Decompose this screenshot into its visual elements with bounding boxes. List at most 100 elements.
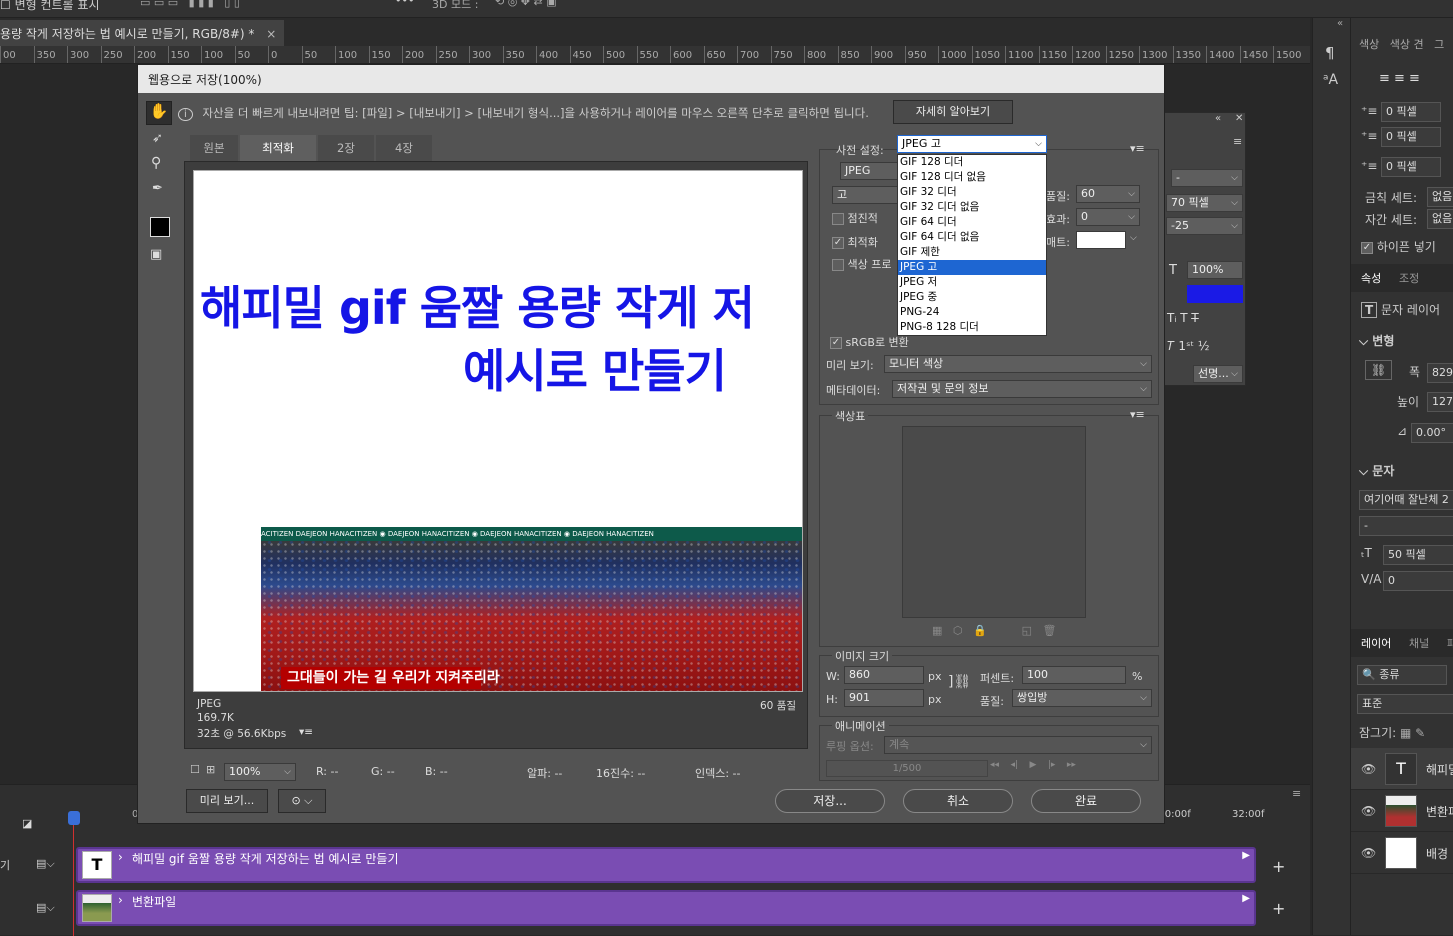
matte-swatch[interactable] [1076,231,1126,249]
preset-option[interactable]: GIF 128 디더 [898,155,1046,170]
preset-option[interactable]: GIF 64 디더 [898,215,1046,230]
optimized-checkbox[interactable]: ✓ [832,237,844,249]
space-before-input[interactable]: 0 픽셀 [1381,157,1441,177]
preset-option[interactable]: GIF 64 디더 없음 [898,230,1046,245]
preset-select[interactable]: JPEG 고 ⌵ [897,135,1047,153]
height-input[interactable]: 127.7 [1427,392,1453,412]
save-button[interactable]: 저장... [775,789,885,813]
character-icon[interactable]: ᵃA [1323,72,1338,88]
more-icon[interactable]: ••• [395,0,414,7]
preset-option[interactable]: JPEG 고 [898,260,1046,275]
preset-option[interactable]: PNG-24 [898,305,1046,320]
color-table-tool-icons[interactable]: ▦ ⬡ 🔒 ◱ 🗑 [932,624,1057,637]
profile-checkbox[interactable] [832,259,844,271]
leading-select[interactable]: - ⌵ [1171,169,1243,187]
tab-original[interactable]: 원본 [190,135,238,161]
tab-4up[interactable]: 4장 [376,135,432,161]
text-color-swatch[interactable] [1187,285,1243,303]
timeline-menu-icon[interactable]: ≡ [1292,787,1301,800]
quality-preset-select[interactable]: 고 [832,186,898,204]
indent-first-input[interactable]: 0 픽셀 [1381,127,1441,147]
done-button[interactable]: 완료 [1031,789,1141,813]
lock-icons[interactable]: ▦ ✎ [1400,726,1425,740]
browser-select-icon[interactable]: ⊙ ⌵ [278,789,326,813]
speed-menu-icon[interactable]: ▾≡ [299,726,313,738]
learn-more-button[interactable]: 자세히 알아보기 [893,100,1013,124]
clip-expand-icon[interactable]: › [118,850,123,864]
preset-option[interactable]: GIF 제한 [898,245,1046,260]
zoom-icon[interactable]: ⚲ [151,155,161,171]
preset-option[interactable]: GIF 128 디더 없음 [898,170,1046,185]
mojikumi-select[interactable]: 없음 [1427,209,1453,229]
character-header[interactable]: ⌵ 문자 [1359,462,1394,482]
loop-select[interactable]: 계속 ⌵ [884,736,1152,754]
eyedropper-icon[interactable]: ✒ [152,181,163,196]
tab-adjustments[interactable]: 조정 [1399,270,1419,286]
quality-input[interactable]: 60 ⌵ [1076,185,1140,203]
font-size-input[interactable]: 50 픽셀 [1383,545,1453,565]
kerning-select[interactable]: 70 픽셀 ⌵ [1166,194,1243,212]
optimized-row[interactable]: ✓ 최적화 [832,234,878,250]
track-options-icon[interactable]: ▤⌵ [36,901,55,915]
split-icon[interactable]: ◪ [22,817,32,830]
tab-swatches[interactable]: 색상 견 [1390,38,1424,51]
eye-icon[interactable]: 👁 [1361,804,1376,818]
preview-image[interactable]: 해피밀 gif 움짤 용량 작게 저 예시로 만들기 ACITIZEN DAEJ… [193,170,803,692]
percent-input[interactable]: 100 [1022,666,1126,684]
tab-paths[interactable]: 패 [1447,635,1453,651]
transform-header[interactable]: ⌵ 변형 [1359,332,1394,352]
angle-input[interactable]: 0.00° [1411,423,1453,443]
link-icon[interactable]: ⛓ [1365,360,1393,383]
preset-option[interactable]: PNG-8 128 디더 [898,320,1046,335]
blend-mode-select[interactable]: 표준 [1357,694,1453,714]
srgb-checkbox[interactable]: ✓ [830,337,842,349]
preset-option[interactable]: GIF 32 디더 없음 [898,200,1046,215]
text-style-icons[interactable]: Tᵢ T T̶ [1167,311,1199,325]
tab-layers[interactable]: 레이어 [1361,635,1391,651]
cancel-button[interactable]: 취소 [903,789,1013,813]
preview-in-browser-button[interactable]: 미리 보기... [186,789,268,813]
clip-expand-icon[interactable]: › [118,893,123,907]
align-icons[interactable]: ▭ ▭ ▭ ▮ ▮ ▮ ▯ ▯ [140,0,240,9]
indent-left-input[interactable]: 0 픽셀 [1381,102,1441,122]
zoom-select[interactable]: 100% ⌵ [224,763,296,781]
slice-select-icon[interactable]: ➶ [152,131,163,146]
clip-end-icon[interactable]: ▶ [1242,850,1250,861]
hand-tool-icon[interactable]: ✋ [146,101,172,125]
document-tab[interactable]: 용량 작게 저장하는 법 예시로 만들기, RGB/8#) * × [0,20,285,46]
resample-select[interactable]: 쌍입방 ⌵ [1012,689,1152,707]
align-buttons[interactable]: ≡ ≡ ≡ [1379,71,1420,91]
tab-channels[interactable]: 채널 [1409,635,1429,651]
timeline-track-text[interactable]: T › 해피밀 gif 움짤 용량 작게 저장하는 법 예시로 만들기 ▶ [76,847,1256,883]
track-options-icon[interactable]: ▤⌵ [36,857,55,871]
font-style-select[interactable]: - [1359,516,1453,536]
add-media-icon[interactable]: + [1272,857,1285,876]
layer-row-text[interactable]: 👁 T 해피밀 [1351,748,1453,790]
animation-controls[interactable]: ◂◂ ◂| ▶ |▸ ▸▸ [990,760,1158,777]
baseline-select[interactable]: -25 ⌵ [1166,217,1243,235]
zoom-out-icon[interactable]: ☐ [190,763,200,776]
tracking-input[interactable]: 0 [1383,571,1453,591]
preset-option[interactable]: JPEG 중 [898,290,1046,305]
preview-mode-select[interactable]: 모니터 색상 ⌵ [884,355,1152,373]
constrain-link-icon[interactable]: ]⛓ [948,674,971,690]
tab-properties[interactable]: 속성 [1361,270,1381,286]
collapse-icon[interactable]: « [1337,18,1343,29]
tab-gradient[interactable]: 그 [1434,38,1444,51]
tab-color[interactable]: 색상 [1359,38,1379,51]
preset-option[interactable]: JPEG 저 [898,275,1046,290]
collapse-icon[interactable]: « [1215,113,1221,124]
eye-icon[interactable]: 👁 [1361,846,1376,860]
tab-2up[interactable]: 2장 [318,135,374,161]
close-icon[interactable]: ✕ [1235,113,1243,124]
show-transform-controls[interactable]: ☐ 변형 컨트롤 표시 [0,0,100,13]
playhead[interactable] [68,811,80,825]
timeline-track-video[interactable]: › 변환파일 ▶ [76,890,1256,926]
clip-end-icon[interactable]: ▶ [1242,893,1250,904]
height-input[interactable]: 901 [844,689,924,707]
hyphenate-row[interactable]: ✓ 하이픈 넣기 [1361,238,1436,258]
eye-icon[interactable]: 👁 [1361,762,1376,776]
width-input[interactable]: 829.1 [1427,363,1453,383]
progressive-checkbox[interactable] [832,213,844,225]
menu-icon[interactable]: ≡ [1233,135,1242,148]
